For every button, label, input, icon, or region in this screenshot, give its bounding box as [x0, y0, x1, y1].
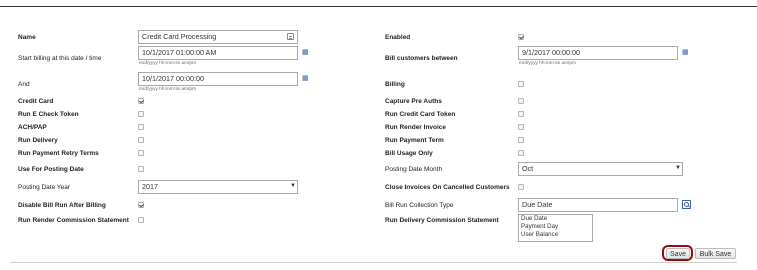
chevron-down-icon: ▼ [290, 183, 296, 189]
run-payment-retry-label: Run Payment Retry Terms [18, 150, 99, 157]
calendar-icon[interactable]: ▦ [682, 49, 689, 57]
posting-date-year-label: Posting Date Year [18, 184, 71, 191]
posting-date-year-select[interactable]: 2017 [138, 180, 298, 194]
ach-pap-label: ACH/PAP [18, 124, 47, 131]
name-label: Name [18, 34, 36, 41]
run-payment-retry-checkbox[interactable] [138, 150, 144, 156]
bill-customers-between-hint: m/d/yyyy hh:mm:ss am/pm [519, 61, 577, 66]
run-delivery-checkbox[interactable] [138, 137, 144, 143]
enabled-label: Enabled [385, 34, 411, 41]
bill-run-collection-type-input[interactable]: Due Date [518, 198, 678, 212]
and-hint: m/d/yyyy hh:mm:ss am/pm [139, 87, 197, 92]
billing-label: Billing [385, 81, 405, 88]
dropdown-option[interactable]: Payment Day [519, 223, 592, 231]
run-render-commission-label: Run Render Commission Statement [18, 217, 129, 224]
calendar-icon[interactable]: ▦ [302, 75, 309, 83]
dropdown-option[interactable]: Due Date [519, 215, 592, 223]
and-label: And [18, 81, 30, 88]
use-for-posting-date-label: Use For Posting Date [18, 166, 84, 173]
calendar-icon[interactable]: ▦ [302, 49, 309, 57]
and-input[interactable]: 10/1/2017 00:00:00 [138, 72, 298, 86]
bill-usage-only-label: Bill Usage Only [385, 150, 433, 157]
bulk-save-button[interactable]: Bulk Save [695, 248, 736, 259]
collection-type-dropdown[interactable]: Due Date Payment Day User Balance [518, 214, 593, 242]
top-divider [0, 6, 757, 7]
billing-checkbox[interactable] [518, 81, 524, 87]
bill-customers-between-label: Bill customers between [385, 55, 458, 62]
close-invoices-label: Close Invoices On Cancelled Customers [385, 184, 510, 191]
capture-pre-auths-checkbox[interactable] [518, 98, 524, 104]
edit-icon[interactable] [287, 33, 294, 40]
posting-date-month-label: Posting Date Month [385, 166, 443, 173]
save-button[interactable]: Save [666, 248, 690, 259]
enabled-checkbox[interactable] [518, 34, 524, 40]
ach-pap-checkbox[interactable] [138, 124, 144, 130]
bill-usage-only-checkbox[interactable] [518, 150, 524, 156]
search-icon[interactable] [682, 200, 691, 209]
run-delivery-label: Run Delivery [18, 137, 58, 144]
bottom-divider [10, 262, 737, 263]
chevron-down-icon: ▼ [675, 165, 681, 171]
run-credit-card-token-label: Run Credit Card Token [385, 111, 456, 118]
run-delivery-commission-label: Run Delivery Commission Statement [385, 217, 499, 224]
name-input[interactable]: Credit Card Processing [138, 30, 298, 44]
close-invoices-checkbox[interactable] [518, 184, 524, 190]
use-for-posting-date-checkbox[interactable] [138, 166, 144, 172]
run-payment-term-label: Run Payment Term [385, 137, 444, 144]
run-render-commission-checkbox[interactable] [138, 217, 144, 223]
run-echeck-token-checkbox[interactable] [138, 111, 144, 117]
bill-run-collection-type-label: Bill Run Collection Type [385, 202, 454, 209]
dropdown-option[interactable]: User Balance [519, 231, 592, 239]
disable-bill-run-label: Disable Bill Run After Billing [18, 202, 106, 209]
disable-bill-run-checkbox[interactable] [138, 202, 144, 208]
run-render-invoice-checkbox[interactable] [518, 124, 524, 130]
capture-pre-auths-label: Capture Pre Auths [385, 98, 442, 105]
run-payment-term-checkbox[interactable] [518, 137, 524, 143]
credit-card-checkbox[interactable] [138, 98, 144, 104]
start-billing-input[interactable]: 10/1/2017 01:00:00 AM [138, 46, 298, 60]
credit-card-label: Credit Card [18, 98, 54, 105]
run-render-invoice-label: Run Render Invoice [385, 124, 447, 131]
bill-customers-between-input[interactable]: 9/1/2017 00:00:00 [518, 46, 678, 60]
start-billing-label: Start billing at this date / time [18, 55, 102, 62]
start-billing-hint: m/d/yyyy hh:mm:ss am/pm [139, 61, 197, 66]
run-echeck-token-label: Run E Check Token [18, 111, 79, 118]
posting-date-month-select[interactable]: Oct [518, 162, 683, 176]
run-credit-card-token-checkbox[interactable] [518, 111, 524, 117]
